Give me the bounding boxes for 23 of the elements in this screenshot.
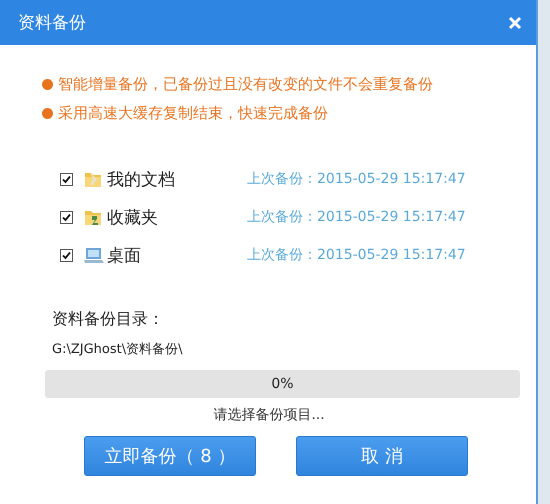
last-backup-text: 上次备份：2015-05-29 15:17:47 [247, 208, 466, 226]
checkbox[interactable] [60, 248, 73, 262]
checkbox[interactable] [60, 210, 73, 224]
bullet-dot [42, 79, 53, 90]
checkbox[interactable] [60, 172, 73, 186]
folder-icon [83, 169, 103, 189]
backup-button[interactable]: 立即备份（ 8 ） [84, 436, 256, 476]
last-backup-text: 上次备份：2015-05-29 15:17:47 [247, 246, 466, 264]
cancel-button[interactable]: 取 消 [296, 436, 468, 476]
last-backup-text: 上次备份：2015-05-29 15:17:47 [247, 170, 466, 188]
item-label: 收藏夹 [107, 206, 159, 228]
note-text: 采用高速大缓存复制结束，快速完成备份 [58, 104, 328, 123]
directory-label: 资料备份目录： [52, 309, 165, 330]
close-icon[interactable] [508, 16, 522, 30]
progress-reading: 0% [271, 376, 294, 392]
computer-icon [83, 245, 105, 265]
directory-path: G:\ZJGhost\资料备份\ [52, 341, 184, 358]
item-label: 我的文档 [107, 168, 176, 190]
bullet-dot [42, 108, 53, 119]
note-text: 智能增量备份，已备份过且没有改变的文件不会重复备份 [58, 75, 433, 94]
status-text: 请选择备份项目... [212, 406, 326, 424]
item-label: 桌面 [107, 244, 142, 266]
window-title: 资料备份 [18, 12, 86, 34]
